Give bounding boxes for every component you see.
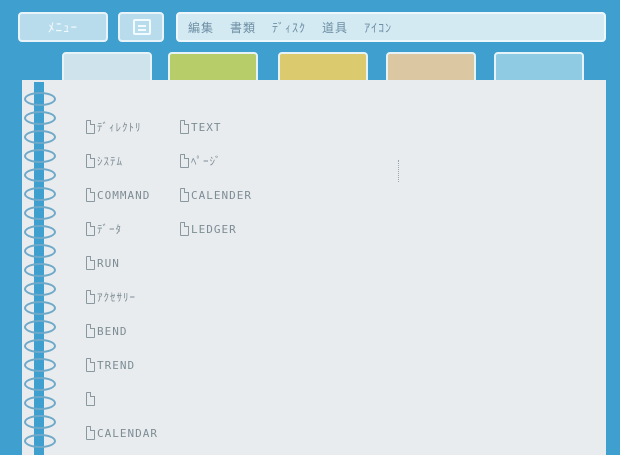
spiral-ring (24, 263, 56, 277)
spiral-binding (22, 82, 62, 455)
file-label: ｱｸｾｻﾘｰ (97, 291, 136, 304)
file-icon (86, 188, 95, 202)
file-item[interactable]: ﾃﾞｨﾚｸﾄﾘ (86, 118, 142, 136)
file-icon (86, 256, 95, 270)
file-item[interactable]: ﾃﾞｰﾀ (86, 220, 122, 238)
spiral-ring (24, 415, 56, 429)
file-label: TEXT (191, 120, 222, 134)
spiral-ring (24, 168, 56, 182)
file-item[interactable]: ﾍﾟｰｼﾞ (180, 152, 222, 170)
file-label: CALENDAR (97, 426, 158, 440)
spiral-ring (24, 396, 56, 410)
spiral-ring (24, 377, 56, 391)
file-label: ﾍﾟｰｼﾞ (191, 155, 222, 168)
file-item[interactable]: COMMAND (86, 186, 150, 204)
file-item[interactable] (86, 390, 97, 408)
file-icon (86, 120, 95, 134)
document-icon-button[interactable] (118, 12, 164, 42)
file-label: ﾃﾞｰﾀ (97, 223, 122, 236)
spiral-ring (24, 225, 56, 239)
file-icon (86, 222, 95, 236)
spiral-ring (24, 320, 56, 334)
file-item[interactable]: LEDGER (180, 220, 237, 238)
menu-tools[interactable]: 道具 (322, 19, 348, 36)
file-item[interactable]: CALENDAR (86, 424, 158, 442)
spiral-ring (24, 282, 56, 296)
spiral-ring (24, 111, 56, 125)
menu-bar: 編集 書類 ﾃﾞｨｽｸ 道具 ｱｲｺﾝ (176, 12, 606, 42)
text-cursor (398, 160, 401, 182)
file-item[interactable]: TEXT (180, 118, 222, 136)
file-icon (180, 154, 189, 168)
file-item[interactable]: CALENDER (180, 186, 252, 204)
menu-icons[interactable]: ｱｲｺﾝ (364, 19, 392, 36)
spiral-ring (24, 301, 56, 315)
file-label: ｼｽﾃﾑ (97, 155, 123, 168)
file-icon (86, 290, 95, 304)
spiral-ring (24, 434, 56, 448)
file-label: LEDGER (191, 222, 237, 236)
file-icon (86, 324, 95, 338)
spiral-ring (24, 149, 56, 163)
menu-button[interactable]: ﾒﾆｭｰ (18, 12, 108, 42)
spiral-ring (24, 358, 56, 372)
file-item[interactable]: RUN (86, 254, 120, 272)
file-label: CALENDER (191, 188, 252, 202)
spiral-ring (24, 339, 56, 353)
file-label: ﾃﾞｨﾚｸﾄﾘ (97, 121, 142, 134)
menu-document[interactable]: 書類 (230, 19, 256, 36)
file-icon (86, 426, 95, 440)
file-label: RUN (97, 256, 120, 270)
spiral-ring (24, 130, 56, 144)
spiral-ring (24, 92, 56, 106)
menu-edit[interactable]: 編集 (188, 19, 214, 36)
file-icon (180, 188, 189, 202)
menu-disk[interactable]: ﾃﾞｨｽｸ (272, 19, 306, 36)
file-item[interactable]: ｱｸｾｻﾘｰ (86, 288, 136, 306)
file-item[interactable]: TREND (86, 356, 135, 374)
document-icon (133, 19, 151, 35)
spiral-ring (24, 187, 56, 201)
file-icon (180, 222, 189, 236)
file-label: BEND (97, 324, 128, 338)
file-icon (86, 358, 95, 372)
spiral-ring (24, 244, 56, 258)
file-icon (86, 154, 95, 168)
file-label: TREND (97, 358, 136, 372)
file-item[interactable]: BEND (86, 322, 128, 340)
spiral-ring (24, 206, 56, 220)
file-icon (86, 392, 95, 406)
file-icon (180, 120, 189, 134)
file-label: COMMAND (97, 188, 151, 202)
file-item[interactable]: ｼｽﾃﾑ (86, 152, 123, 170)
